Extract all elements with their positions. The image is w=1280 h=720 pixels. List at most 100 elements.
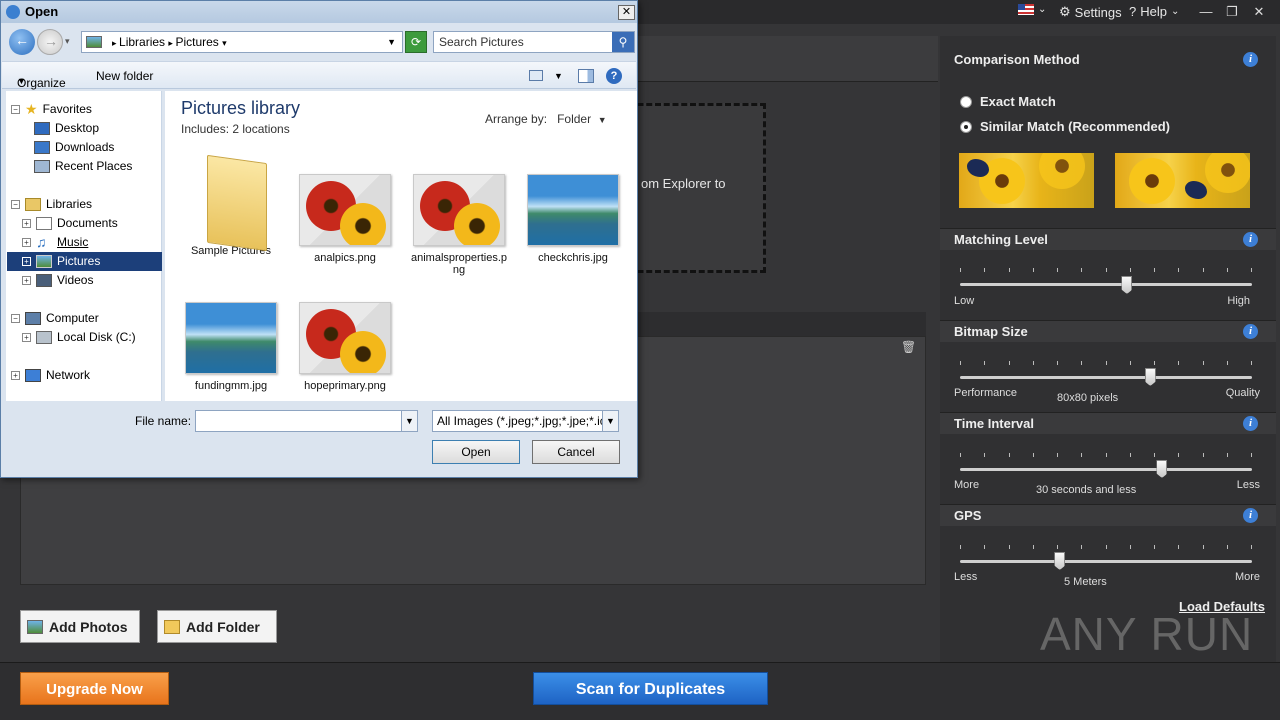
chevron-down-icon[interactable]: ▼ — [602, 411, 618, 431]
view-icon[interactable] — [529, 70, 543, 81]
breadcrumb-pictures[interactable]: Pictures — [175, 35, 218, 49]
info-icon[interactable]: i — [1243, 508, 1258, 523]
info-icon[interactable]: i — [1243, 416, 1258, 431]
nav-desktop-label: Desktop — [55, 121, 100, 135]
breadcrumb-libraries[interactable]: Libraries — [119, 35, 165, 49]
minimize-button[interactable]: — — [1196, 3, 1216, 21]
file-name: animalsproperties.png — [411, 252, 507, 276]
file-item-checkchris[interactable]: checkchris.jpg — [525, 174, 621, 264]
nav-videos[interactable]: + Videos — [22, 271, 93, 289]
settings-menu[interactable]: ⚙ Settings — [1059, 4, 1122, 20]
expand-icon[interactable]: + — [22, 256, 31, 266]
image-thumbnail — [413, 174, 505, 246]
file-item-analpics[interactable]: analpics.png — [297, 174, 393, 264]
restore-button[interactable]: ❐ — [1222, 3, 1242, 21]
exact-example-image — [959, 153, 1094, 208]
drop-zone[interactable]: om Explorer to — [620, 103, 766, 273]
time-interval-header: Time Interval — [940, 412, 1276, 434]
address-bar[interactable]: ▸ Libraries ▸ Pictures ▾ ▼ — [81, 31, 403, 53]
nav-recent-places[interactable]: Recent Places — [34, 157, 132, 175]
expand-icon[interactable]: + — [22, 218, 31, 228]
breadcrumb-separator: ▸ — [112, 38, 120, 48]
bitmap-size-slider[interactable] — [960, 376, 1252, 379]
time-interval-handle[interactable] — [1156, 460, 1168, 478]
similar-match-radio[interactable]: Similar Match (Recommended) — [960, 119, 1170, 134]
bitmap-size-handle[interactable] — [1144, 368, 1156, 386]
info-icon[interactable]: i — [1243, 232, 1258, 247]
nav-local-disk[interactable]: + Local Disk (C:) — [22, 328, 136, 346]
collapse-icon[interactable]: − — [11, 199, 20, 209]
bitmap-left-label: Performance — [954, 387, 1017, 399]
file-item-hopeprimary[interactable]: hopeprimary.png — [297, 302, 393, 392]
file-item-animalsproperties[interactable]: animalsproperties.png — [411, 174, 507, 276]
chevron-down-icon[interactable]: ▼ — [554, 71, 563, 81]
similar-example-image — [1115, 153, 1250, 208]
nav-libraries[interactable]: − Libraries — [11, 195, 92, 213]
nav-documents[interactable]: + Documents — [22, 214, 118, 232]
navigation-row: ← → ▾ ▸ Libraries ▸ Pictures ▾ ▼ ⟳ Searc… — [5, 27, 635, 57]
search-icon[interactable]: ⚲ — [612, 32, 634, 52]
matching-level-handle[interactable] — [1121, 276, 1133, 294]
close-icon[interactable]: ✕ — [618, 5, 635, 20]
file-name-input[interactable]: ▼ — [195, 410, 418, 432]
chevron-down-icon[interactable]: ▼ — [401, 411, 417, 431]
scan-button[interactable]: Scan for Duplicates — [533, 672, 768, 705]
info-icon[interactable]: i — [1243, 52, 1258, 67]
arrange-by[interactable]: Arrange by: Folder ▼ — [485, 112, 607, 126]
open-button[interactable]: Open — [432, 440, 520, 464]
radio-dot-selected — [960, 120, 972, 133]
arrange-value: Folder — [557, 112, 592, 126]
expand-icon[interactable]: + — [22, 275, 31, 285]
app-window: ⌄ ⚙ Settings ? Help ⌄ — ❐ ✕ om Explorer … — [0, 0, 1280, 720]
add-folder-button[interactable]: Add Folder — [157, 610, 277, 643]
slider-ticks — [960, 361, 1252, 365]
expand-icon[interactable]: + — [11, 370, 20, 380]
nav-desktop[interactable]: Desktop — [34, 119, 99, 137]
nav-pictures[interactable]: + Pictures — [22, 252, 100, 270]
collapse-icon[interactable]: − — [11, 313, 20, 323]
file-type-filter[interactable]: All Images (*.jpeg;*.jpg;*.jpe;*.ic ▼ — [432, 410, 619, 432]
matching-level-title: Matching Level — [954, 232, 1048, 247]
matching-level-header: Matching Level — [940, 228, 1276, 250]
gps-slider[interactable] — [960, 560, 1252, 563]
nav-favorites[interactable]: − ★ Favorites — [11, 100, 92, 118]
preview-pane-icon[interactable] — [578, 69, 594, 83]
file-name: hopeprimary.png — [304, 380, 386, 392]
language-selector[interactable]: ⌄ — [1018, 4, 1046, 15]
cancel-button[interactable]: Cancel — [532, 440, 620, 464]
refresh-icon: ⟳ — [410, 35, 422, 49]
nav-music[interactable]: + ♫ Music — [22, 233, 88, 251]
gps-header: GPS — [940, 504, 1276, 526]
info-icon[interactable]: i — [1243, 324, 1258, 339]
search-input[interactable]: Search Pictures ⚲ — [433, 31, 635, 53]
chevron-down-icon[interactable]: ▼ — [387, 32, 396, 52]
expand-icon[interactable]: + — [22, 332, 31, 342]
matching-high-label: High — [1227, 295, 1250, 307]
collapse-icon[interactable]: − — [11, 104, 20, 114]
add-photos-button[interactable]: Add Photos — [20, 610, 140, 643]
recent-locations-icon[interactable]: ▾ — [65, 36, 70, 47]
dialog-toolbar: Organize ▼ New folder ▼ ? — [2, 61, 636, 90]
matching-level-slider[interactable] — [960, 283, 1252, 286]
arrow-right-icon: → — [44, 33, 58, 49]
exact-match-radio[interactable]: Exact Match — [960, 94, 1056, 109]
app-icon — [6, 5, 20, 19]
file-item-fundingmm[interactable]: fundingmm.jpg — [183, 302, 279, 392]
gps-handle[interactable] — [1054, 552, 1066, 570]
nav-network[interactable]: + Network — [11, 366, 90, 384]
nav-computer[interactable]: − Computer — [11, 309, 99, 327]
expand-icon[interactable]: + — [22, 237, 31, 247]
forward-button[interactable]: → — [37, 29, 63, 55]
upgrade-button[interactable]: Upgrade Now — [20, 672, 169, 705]
help-icon[interactable]: ? — [606, 68, 622, 84]
refresh-button[interactable]: ⟳ — [405, 31, 427, 53]
file-item-sample-pictures[interactable]: Sample Pictures — [183, 151, 279, 257]
trash-icon[interactable]: 🗑 — [901, 340, 916, 354]
gps-title: GPS — [954, 508, 982, 523]
time-interval-slider[interactable] — [960, 468, 1252, 471]
close-app-button[interactable]: ✕ — [1249, 3, 1269, 21]
nav-downloads[interactable]: Downloads — [34, 138, 114, 156]
help-menu[interactable]: ? Help ⌄ — [1129, 4, 1179, 19]
back-button[interactable]: ← — [9, 29, 35, 55]
new-folder-button[interactable]: New folder — [96, 69, 153, 83]
